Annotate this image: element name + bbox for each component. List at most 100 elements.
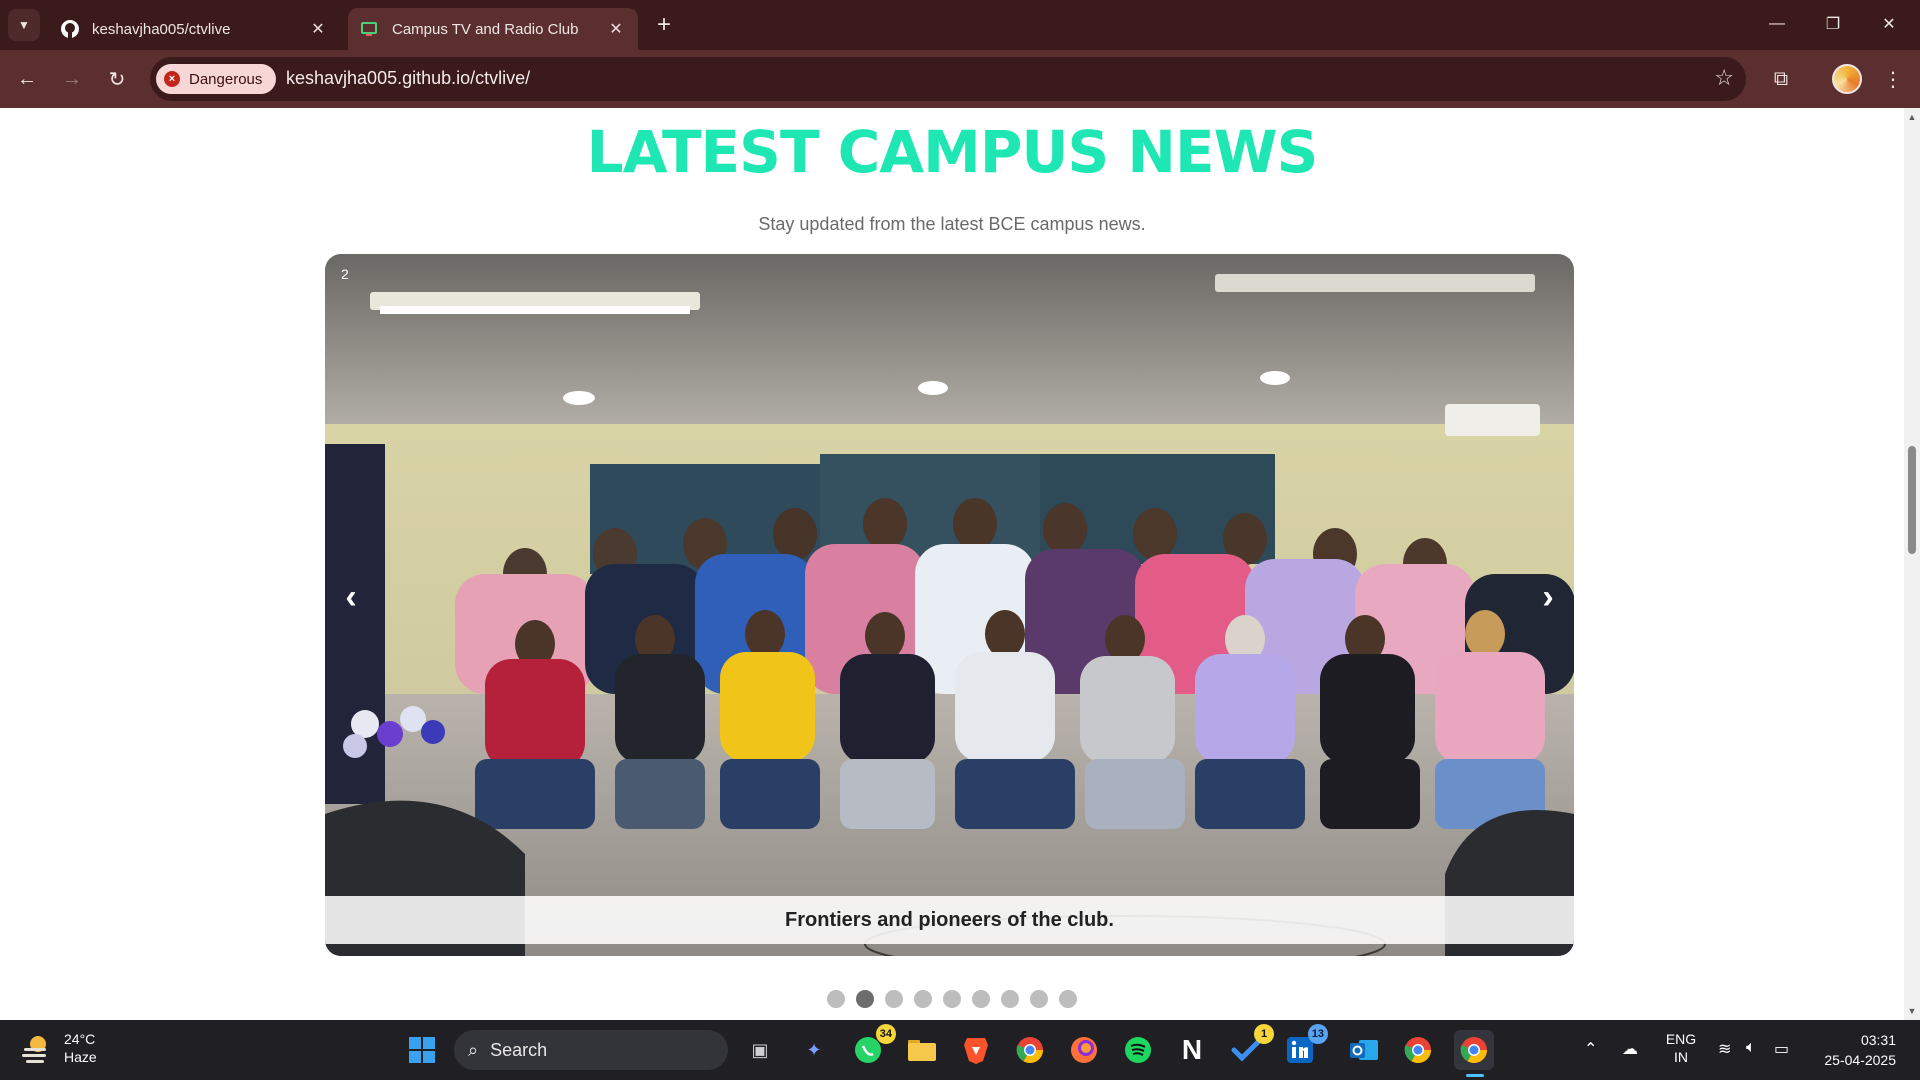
scroll-up-icon[interactable]: ▲: [1907, 112, 1917, 122]
carousel-next-button[interactable]: ›: [1528, 572, 1568, 622]
weather-desc: Haze: [64, 1049, 97, 1065]
chevron-left-icon: ‹: [345, 577, 357, 616]
chrome-active-button[interactable]: [1454, 1030, 1494, 1070]
carousel-dot[interactable]: [972, 990, 990, 1008]
tab-campus-tv[interactable]: Campus TV and Radio Club ✕: [348, 8, 638, 50]
bookmark-star-icon[interactable]: ☆: [1714, 65, 1734, 91]
restore-button[interactable]: ❐: [1810, 6, 1856, 42]
tab-title: keshavjha005/ctvlive: [92, 20, 231, 38]
outlook-icon: [1350, 1040, 1378, 1060]
menu-button[interactable]: ⋮: [1876, 62, 1910, 96]
carousel-dots: [0, 990, 1904, 1008]
chrome-icon: [1016, 1037, 1044, 1064]
outlook-button[interactable]: [1344, 1030, 1384, 1070]
chevron-down-icon: ▼: [18, 18, 30, 32]
tab-strip: ▼ keshavjha005/ctvlive ✕ Campus TV and R…: [0, 0, 1920, 50]
url-text[interactable]: keshavjha005.github.io/ctvlive/: [286, 68, 530, 89]
language-indicator[interactable]: ENG IN: [1660, 1030, 1702, 1066]
danger-icon: ×: [164, 71, 180, 87]
search-label: Search: [490, 1039, 548, 1060]
minimize-button[interactable]: —: [1754, 6, 1800, 42]
task-view-button[interactable]: ▣: [740, 1030, 780, 1070]
extensions-button[interactable]: ⧉: [1764, 62, 1798, 96]
todo-button[interactable]: 1: [1226, 1024, 1274, 1070]
carousel-dot[interactable]: [1001, 990, 1019, 1008]
system-clock[interactable]: 03:31 25-04-2025: [1812, 1030, 1896, 1070]
tab-title: Campus TV and Radio Club: [392, 20, 579, 38]
carousel-prev-button[interactable]: ‹: [331, 572, 371, 622]
spotify-icon: [1125, 1037, 1151, 1063]
linkedin-button[interactable]: 13: [1280, 1024, 1328, 1070]
chevron-up-icon[interactable]: ⌃: [1584, 1039, 1597, 1059]
security-label: Dangerous: [189, 70, 263, 88]
scroll-down-icon[interactable]: ▼: [1907, 1006, 1917, 1016]
browser-toolbar: ← → ↻ × Dangerous keshavjha005.github.io…: [0, 50, 1920, 108]
page-scrollbar[interactable]: ▲ ▼: [1904, 108, 1920, 1020]
file-explorer-button[interactable]: [902, 1030, 942, 1070]
carousel-dot[interactable]: [856, 990, 874, 1008]
copilot-button[interactable]: ✦: [794, 1030, 834, 1070]
brave-button[interactable]: [956, 1030, 996, 1070]
carousel-dot[interactable]: [943, 990, 961, 1008]
news-carousel: 2 ‹ › Frontiers and pioneers of the club…: [325, 254, 1574, 956]
close-icon[interactable]: ✕: [606, 19, 626, 39]
forward-button[interactable]: →: [55, 62, 89, 96]
github-icon: [60, 19, 80, 39]
scrollbar-thumb[interactable]: [1908, 446, 1916, 554]
taskbar-search[interactable]: ⌕ Search: [454, 1030, 728, 1070]
region-code: IN: [1674, 1049, 1688, 1065]
reload-icon: ↻: [108, 68, 126, 91]
address-bar[interactable]: × Dangerous keshavjha005.github.io/ctvli…: [150, 57, 1746, 101]
windows-icon: [409, 1037, 435, 1063]
wifi-icon[interactable]: ≋: [1718, 1039, 1731, 1059]
close-window-button[interactable]: ✕: [1866, 6, 1912, 42]
whatsapp-button[interactable]: 34: [848, 1024, 896, 1070]
chevron-right-icon: ›: [1542, 577, 1554, 616]
carousel-dot[interactable]: [1030, 990, 1048, 1008]
carousel-dot[interactable]: [1059, 990, 1077, 1008]
new-tab-button[interactable]: +: [650, 11, 678, 39]
notion-button[interactable]: N: [1172, 1030, 1212, 1070]
plus-icon: +: [656, 11, 671, 38]
section-subtitle: Stay updated from the latest BCE campus …: [758, 214, 1146, 234]
cloud-icon[interactable]: ☁: [1622, 1039, 1638, 1059]
security-chip[interactable]: × Dangerous: [156, 64, 277, 94]
task-view-icon: ▣: [751, 1039, 769, 1060]
back-button[interactable]: ←: [10, 62, 44, 96]
slide-caption: Frontiers and pioneers of the club.: [325, 896, 1574, 944]
notification-badge: 13: [1307, 1024, 1328, 1044]
close-icon[interactable]: ✕: [308, 19, 328, 39]
active-app-indicator: [1466, 1074, 1484, 1077]
spotify-button[interactable]: [1118, 1030, 1158, 1070]
tab-search-button[interactable]: ▼: [8, 9, 40, 41]
volume-icon[interactable]: 🔈︎: [1746, 1039, 1756, 1057]
chrome-profile-button[interactable]: [1398, 1030, 1438, 1070]
carousel-dot[interactable]: [827, 990, 845, 1008]
clock-date: 25-04-2025: [1824, 1052, 1896, 1068]
kebab-menu-icon: ⋮: [1883, 68, 1903, 91]
folder-icon: [908, 1040, 936, 1061]
notification-badge: 1: [1254, 1024, 1274, 1044]
arrow-left-icon: ←: [17, 67, 37, 90]
search-icon: ⌕: [468, 1039, 479, 1060]
tab-github[interactable]: keshavjha005/ctvlive ✕: [48, 8, 340, 50]
weather-temp: 24°C: [64, 1031, 96, 1047]
reload-button[interactable]: ↻: [100, 62, 134, 96]
weather-widget[interactable]: 24°C Haze: [20, 1030, 97, 1066]
chrome-icon: [1404, 1037, 1432, 1064]
start-button[interactable]: [402, 1030, 442, 1070]
chrome-icon: [1460, 1037, 1488, 1064]
firefox-button[interactable]: [1064, 1030, 1104, 1070]
profile-avatar[interactable]: [1832, 64, 1862, 94]
chrome-button[interactable]: [1010, 1030, 1050, 1070]
carousel-dot[interactable]: [914, 990, 932, 1008]
haze-icon: [22, 1036, 46, 1063]
carousel-dot[interactable]: [885, 990, 903, 1008]
restore-icon: ❐: [1825, 16, 1841, 33]
language-code: ENG: [1665, 1031, 1697, 1047]
minimize-icon: —: [1769, 15, 1785, 32]
notification-badge: 34: [875, 1024, 896, 1044]
firefox-icon: [1071, 1037, 1097, 1063]
slide-number: 2: [341, 266, 349, 282]
battery-icon[interactable]: ▭: [1774, 1039, 1789, 1059]
